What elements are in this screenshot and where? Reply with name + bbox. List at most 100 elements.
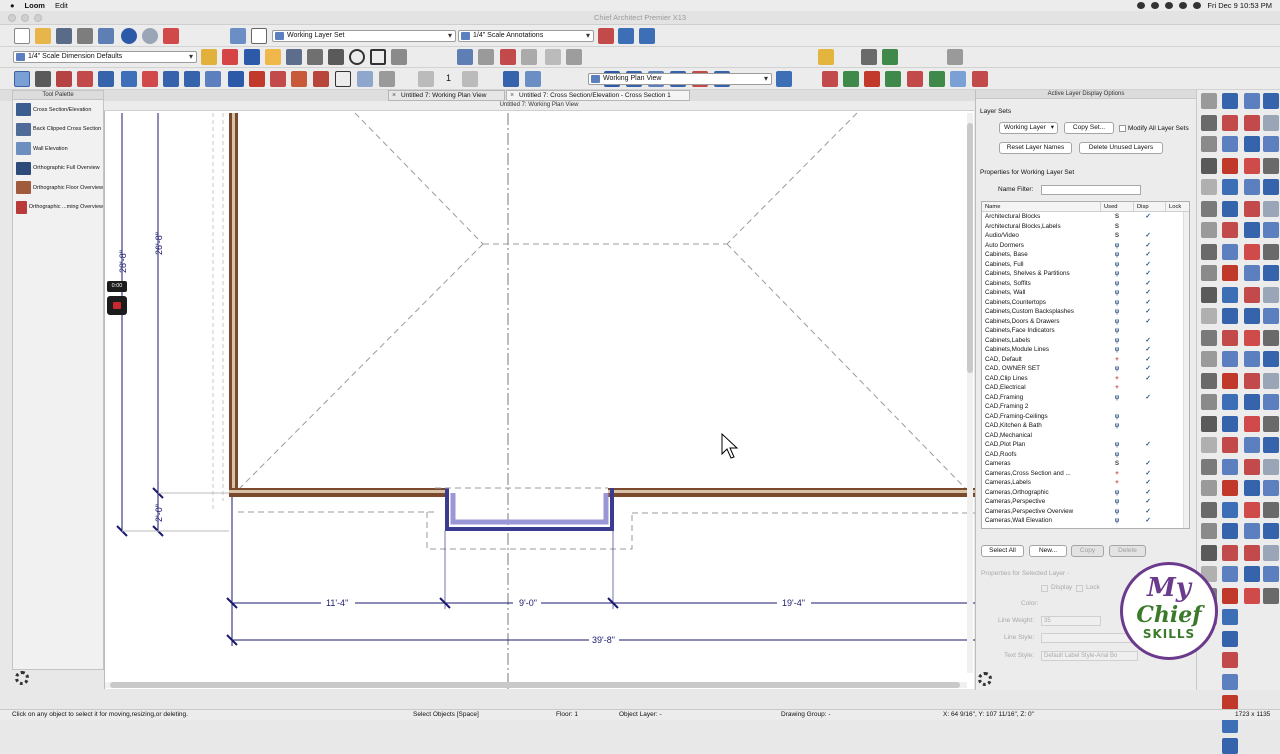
render-icon[interactable]	[907, 71, 923, 87]
layer-row[interactable]: Auto Dormers ψ ✓	[982, 241, 1182, 251]
text-tool-icon[interactable]	[244, 49, 260, 65]
vertical-tool-icon[interactable]	[1263, 566, 1279, 582]
cabinet-tool-icon[interactable]	[56, 71, 72, 87]
vertical-tool-icon[interactable]	[1263, 114, 1279, 131]
layer-row[interactable]: Cabinets, Wall ψ ✓	[982, 288, 1182, 298]
cad-spline-icon[interactable]	[391, 49, 407, 65]
vertical-tool-icon[interactable]	[1222, 480, 1238, 496]
layer-row[interactable]: CAD,Kitchen & Bath ψ	[982, 421, 1182, 431]
vertical-tool-icon[interactable]	[1201, 136, 1217, 152]
layer-display-check[interactable]: ✓	[1143, 279, 1153, 289]
vertical-tool-icon[interactable]	[1263, 458, 1279, 475]
dormer-tool-icon[interactable]	[228, 71, 244, 87]
vertical-tool-icon[interactable]	[1263, 501, 1279, 518]
layer-table-scrollbar[interactable]	[1183, 212, 1189, 528]
palette-item-back-clipped[interactable]: Back Clipped Cross Section	[13, 120, 103, 140]
vertical-tool-icon[interactable]	[1263, 523, 1279, 539]
vertical-tool-icon[interactable]	[1263, 200, 1279, 217]
vertical-tool-icon[interactable]	[1263, 351, 1279, 367]
palette-item-wall-elevation[interactable]: Wall Elevation	[13, 139, 103, 159]
vertical-tool-icon[interactable]	[1244, 437, 1260, 453]
vertical-tool-icon[interactable]	[1263, 394, 1279, 410]
layer-row[interactable]: Cabinets,Countertops ψ ✓	[982, 298, 1182, 308]
layer-display-check[interactable]: ✓	[1143, 478, 1153, 488]
vertical-tool-icon[interactable]	[1222, 114, 1238, 131]
vertical-tool-icon[interactable]	[1222, 93, 1238, 109]
layer-display-check[interactable]: ✓	[1143, 241, 1153, 251]
plant-chooser-icon[interactable]	[885, 71, 901, 87]
vertical-tool-icon[interactable]	[1201, 329, 1217, 346]
layout-send-icon[interactable]	[843, 71, 859, 87]
view-options-icon[interactable]	[950, 71, 966, 87]
layer-display-check[interactable]: ✓	[1143, 307, 1153, 317]
layer-row[interactable]: Cameras,Cross Section and ... + ✓	[982, 469, 1182, 479]
layer-display-check[interactable]: ✓	[1143, 516, 1153, 526]
vertical-tool-icon[interactable]	[1263, 136, 1279, 152]
vertical-tool-icon[interactable]	[1201, 114, 1217, 131]
vertical-tool-icon[interactable]	[1244, 415, 1260, 432]
material-list-icon[interactable]	[822, 71, 838, 87]
layer-row[interactable]: Cameras,Orthographic ψ ✓	[982, 488, 1182, 498]
line-weight-input[interactable]: 35	[1041, 616, 1101, 626]
canvas-vertical-scrollbar[interactable]	[967, 113, 973, 673]
cad-box-icon[interactable]	[370, 49, 386, 65]
vertical-tool-icon[interactable]	[1201, 200, 1217, 217]
checkbox-toolbar-icon[interactable]	[251, 28, 267, 44]
vertical-tool-icon[interactable]	[1244, 243, 1260, 260]
vertical-tool-icon[interactable]	[1201, 372, 1217, 389]
vertical-tool-icon[interactable]	[1222, 630, 1238, 647]
library-icon[interactable]	[864, 71, 880, 87]
layer-display-check[interactable]: ✓	[1143, 440, 1153, 450]
modify-all-checkbox[interactable]	[1119, 125, 1126, 132]
vertical-tool-icon[interactable]	[1263, 308, 1279, 324]
layer-set-select[interactable]: Working Layer ▾	[999, 122, 1058, 134]
print-preview-icon[interactable]	[98, 28, 114, 44]
vertical-tool-icon[interactable]	[1244, 372, 1260, 389]
vertical-tool-icon[interactable]	[1201, 501, 1217, 518]
copy-layer-button[interactable]: Copy	[1071, 545, 1104, 557]
palette-item-ortho-floor[interactable]: Orthographic Floor Overview	[13, 178, 103, 198]
wifi-icon[interactable]	[1179, 2, 1188, 9]
vertical-tool-icon[interactable]	[1222, 544, 1238, 561]
apple-menu-icon[interactable]: ●	[10, 1, 15, 10]
tape-measure-icon[interactable]	[201, 49, 217, 65]
redo-icon[interactable]	[142, 28, 158, 44]
layer-row[interactable]: Cameras,Labels + ✓	[982, 478, 1182, 488]
select-objects-icon[interactable]	[14, 71, 30, 87]
vertical-tool-icon[interactable]	[1244, 286, 1260, 303]
col-disp[interactable]: Disp	[1134, 202, 1166, 212]
open-folder-icon[interactable]	[35, 28, 51, 44]
vertical-tool-icon[interactable]	[1244, 458, 1260, 475]
col-name[interactable]: Name	[982, 202, 1101, 212]
vertical-tool-icon[interactable]	[1222, 243, 1238, 260]
layer-display-check[interactable]: ✓	[1143, 288, 1153, 298]
layer-row[interactable]: CAD,Plot Plan ψ ✓	[982, 440, 1182, 450]
vertical-tool-icon[interactable]	[1263, 587, 1279, 604]
light-tool-icon[interactable]	[818, 49, 834, 65]
layer-row[interactable]: CAD,Roofs ψ	[982, 450, 1182, 460]
vertical-tool-icon[interactable]	[1201, 437, 1217, 453]
layer-row[interactable]: Audio/Video S ✓	[982, 231, 1182, 241]
vertical-tool-icon[interactable]	[1222, 308, 1238, 324]
display-checkbox[interactable]	[1041, 585, 1048, 592]
vertical-tool-icon[interactable]	[1201, 286, 1217, 303]
select-all-button[interactable]: Select All	[981, 545, 1024, 557]
vertical-tool-icon[interactable]	[1263, 93, 1279, 109]
status-icon[interactable]	[1151, 2, 1160, 9]
layer-row[interactable]: Cabinets,Face Indicators ψ	[982, 326, 1182, 336]
vertical-tool-icon[interactable]	[1244, 544, 1260, 561]
vertical-tool-icon[interactable]	[1201, 415, 1217, 432]
vertical-tool-icon[interactable]	[1201, 544, 1217, 561]
dimension-defaults-dropdown[interactable]: 1/4" Scale Dimension Defaults	[13, 51, 197, 63]
layer-display-check[interactable]: ✓	[1143, 459, 1153, 469]
palette-item-ortho-framing[interactable]: Orthographic ...ming Overview	[13, 198, 103, 218]
vertical-tool-icon[interactable]	[1222, 566, 1238, 582]
door-tool-icon[interactable]	[77, 71, 93, 87]
drawing-canvas[interactable]: 11'-4" 9'-0" 19'-4" 39'-8" 28'-8" 26'-8"…	[104, 101, 975, 689]
vertical-tool-icon[interactable]	[1222, 458, 1238, 475]
vertical-tool-icon[interactable]	[1222, 738, 1238, 754]
vertical-tool-icon[interactable]	[1244, 480, 1260, 496]
measure-icon[interactable]	[947, 49, 963, 65]
vertical-tool-icon[interactable]	[1244, 222, 1260, 238]
layer-row[interactable]: Cabinets, Base ψ ✓	[982, 250, 1182, 260]
